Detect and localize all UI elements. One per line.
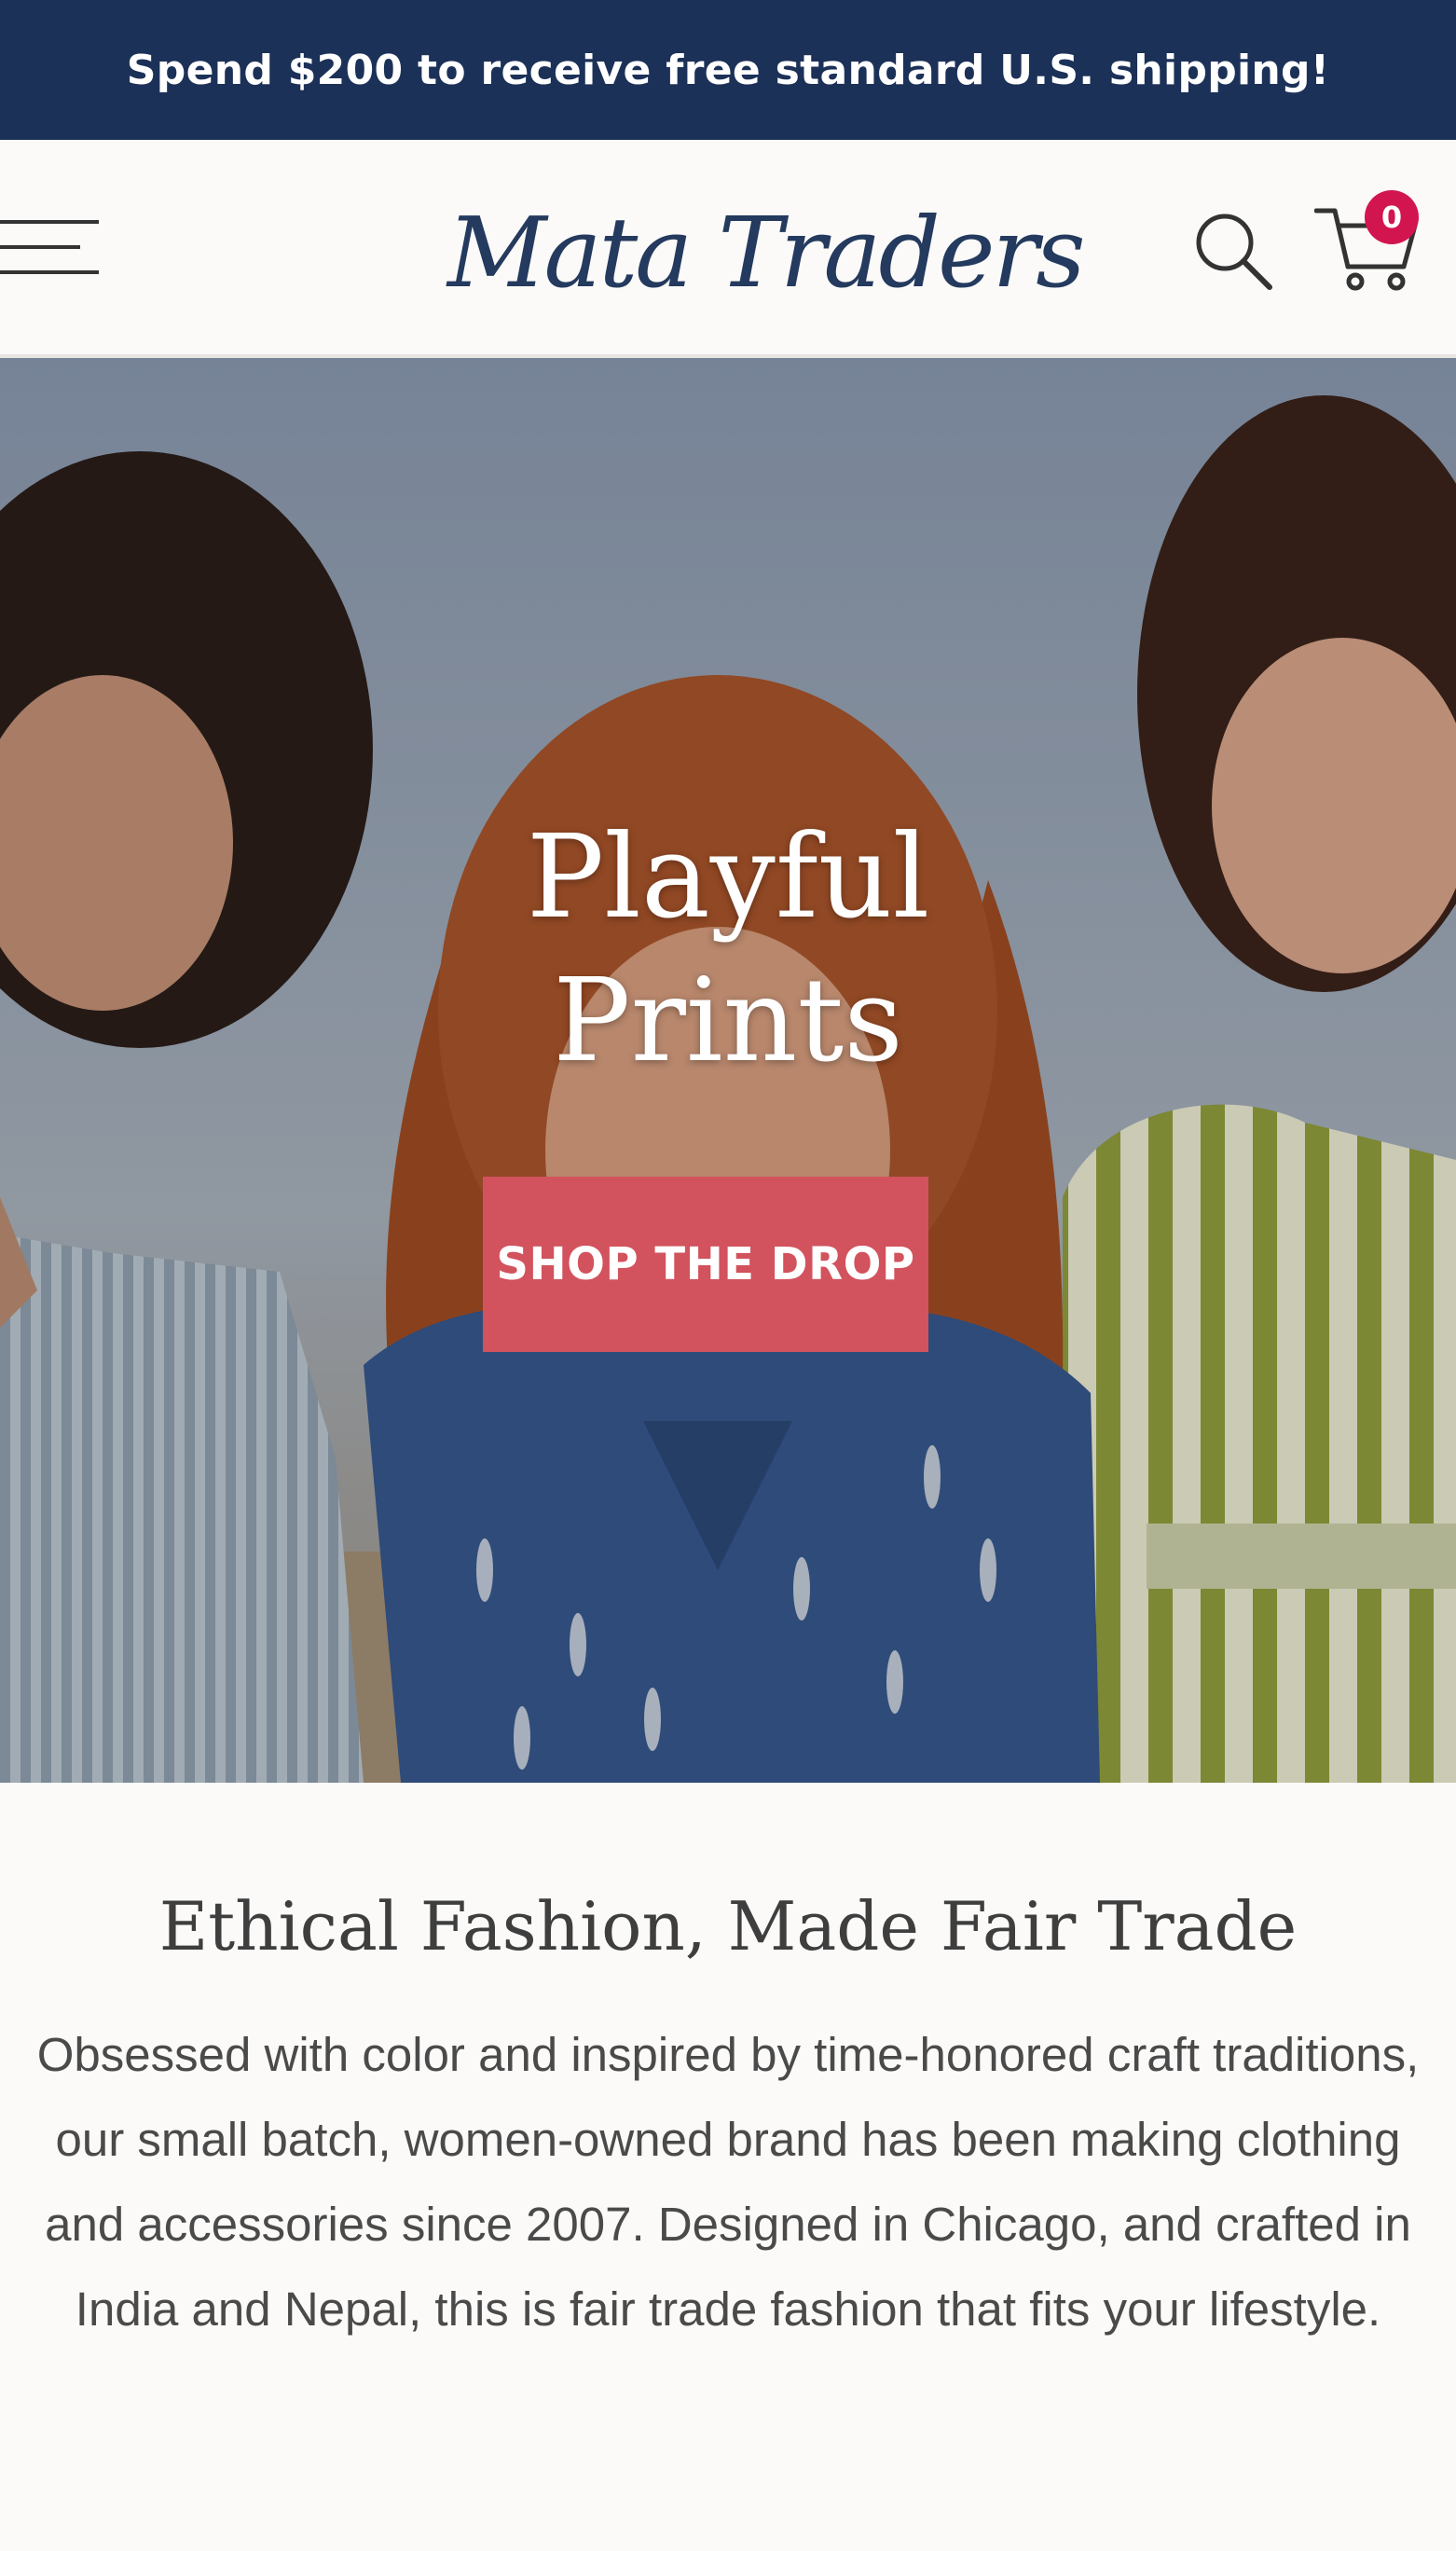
hamburger-menu-icon[interactable] (0, 218, 103, 280)
intro-section: Ethical Fashion, Made Fair Trade Obsesse… (0, 1783, 1456, 2351)
logo[interactable]: Mata Traders (438, 183, 1086, 323)
intro-heading: Ethical Fashion, Made Fair Trade (158, 1887, 1298, 1965)
shop-the-drop-button[interactable]: SHOP THE DROP (483, 1177, 928, 1352)
intro-body: Obsessed with color and inspired by time… (36, 2028, 1420, 2336)
announcement-text: Spend $200 to receive free standard U.S.… (126, 46, 1330, 94)
cart-count-badge: 0 (1365, 190, 1419, 244)
hero-title-line-1: Playful (526, 810, 930, 945)
hero-banner: Playful Prints SHOP THE DROP (0, 358, 1456, 1783)
search-icon[interactable] (1191, 209, 1275, 293)
announcement-bar: Spend $200 to receive free standard U.S.… (0, 0, 1456, 140)
hero-title: Playful Prints (355, 806, 1101, 1093)
logo-wordmark: Mata Traders (447, 196, 1086, 310)
hero-title-line-2: Prints (553, 954, 903, 1088)
